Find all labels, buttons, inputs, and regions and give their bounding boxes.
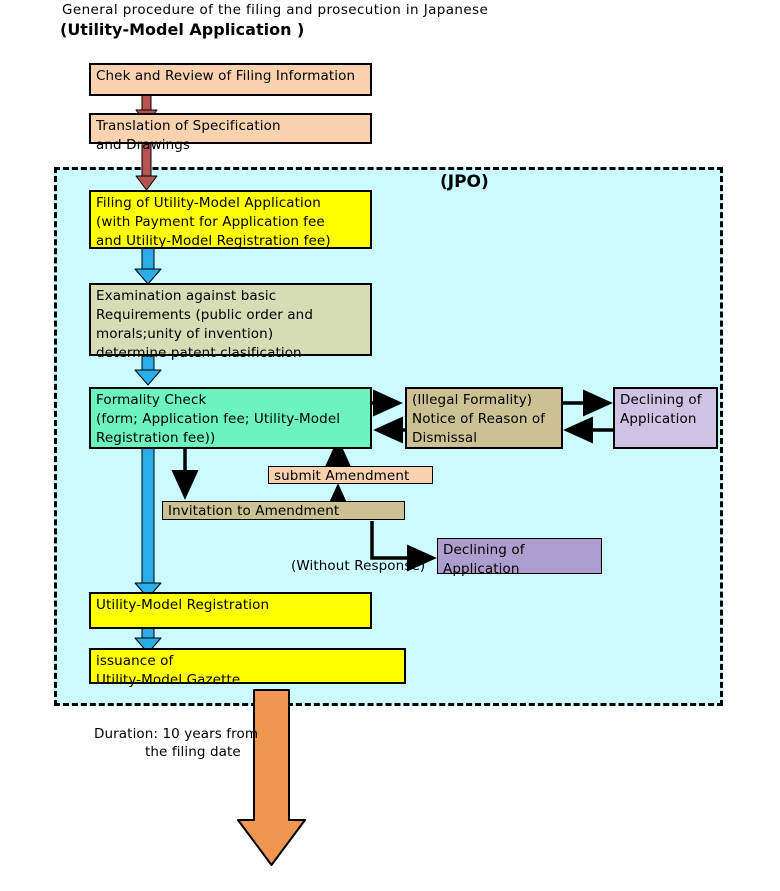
node-illegal-formality[interactable]: (Illegal Formality) Notice of Reason of … bbox=[405, 387, 563, 449]
node-registration[interactable]: Utility-Model Registration bbox=[89, 592, 372, 629]
node-translation[interactable]: Translation of Specification and Drawing… bbox=[89, 113, 372, 153]
label-without-response: (Without Response) bbox=[291, 558, 426, 574]
node-filing[interactable]: Filing of Utility-Model Application (wit… bbox=[89, 190, 372, 249]
node-check-review[interactable]: Chek and Review of Filing Information bbox=[89, 63, 372, 96]
flowchart-canvas: General procedure of the filing and pros… bbox=[0, 0, 780, 891]
jpo-label: (JPO) bbox=[440, 172, 489, 192]
label-duration-line2: the filing date bbox=[145, 744, 241, 760]
label-duration-line1: Duration: 10 years from bbox=[94, 726, 259, 742]
node-declining-bottom[interactable]: Declining of Application bbox=[437, 538, 602, 577]
node-invitation-amendment[interactable]: Invitation to Amendment bbox=[162, 501, 405, 520]
node-examination[interactable]: Examination against basic Requirements (… bbox=[89, 283, 372, 361]
arrow-duration-orange bbox=[237, 689, 306, 866]
node-submit-amendment[interactable]: submit Amendment bbox=[268, 466, 433, 484]
page-title-line2: (Utility-Model Application ) bbox=[60, 20, 305, 39]
page-title-line1: General procedure of the filing and pros… bbox=[62, 2, 489, 18]
node-declining-top[interactable]: Declining of Application bbox=[613, 387, 718, 449]
node-formality-check[interactable]: Formality Check (form; Application fee; … bbox=[89, 387, 372, 449]
node-gazette[interactable]: issuance of Utility-Model Gazette bbox=[89, 648, 406, 688]
